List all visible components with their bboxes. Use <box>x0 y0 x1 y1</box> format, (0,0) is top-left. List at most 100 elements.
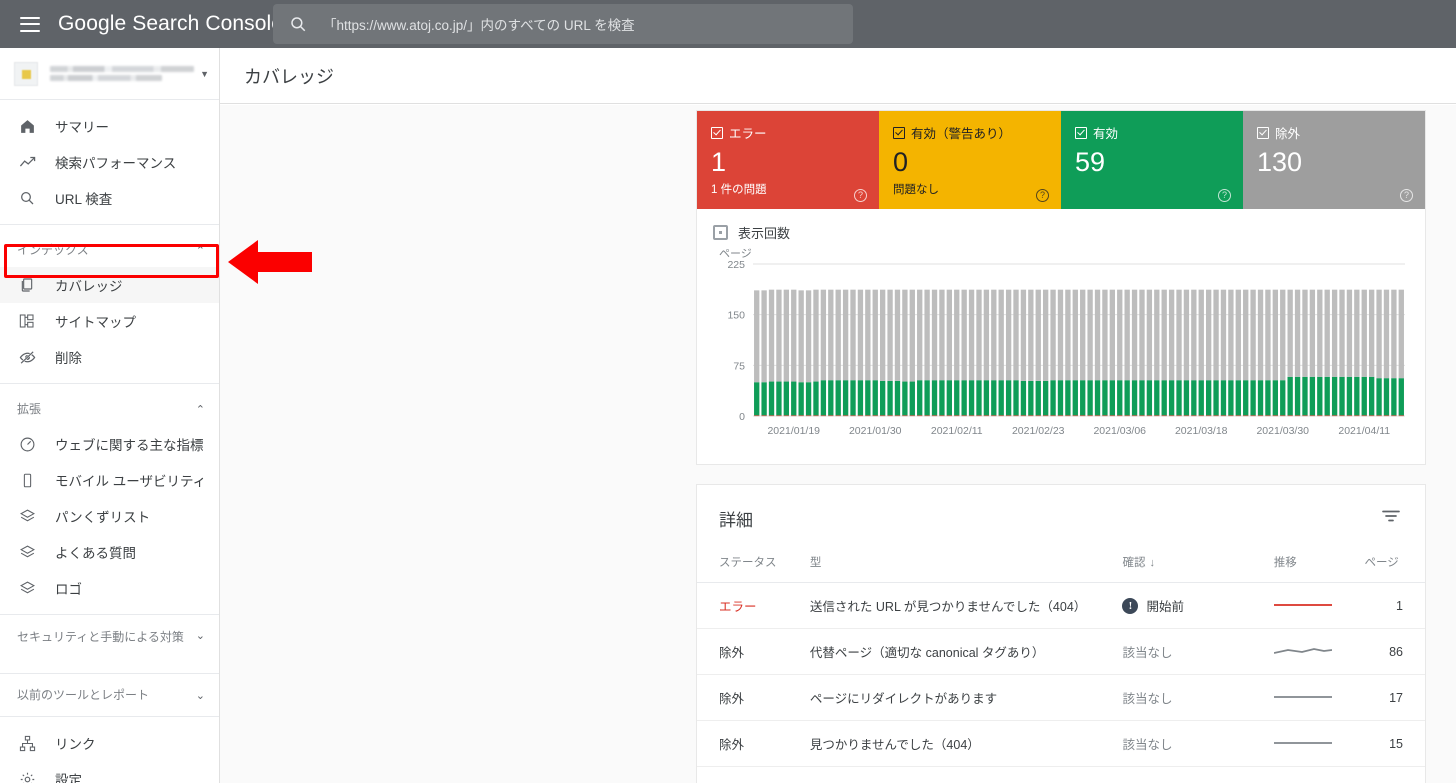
sidebar-item-links[interactable]: リンク <box>0 725 219 761</box>
hamburger-icon[interactable] <box>20 16 40 32</box>
url-inspection-search-bar[interactable]: 「https://www.atoj.co.jp/」内のすべての URL を検査 <box>273 4 853 44</box>
sparkline-icon <box>1273 604 1332 606</box>
property-thumbnail <box>14 61 38 86</box>
sidebar-item-mobile-usability[interactable]: モバイル ユーザビリティ <box>0 462 219 498</box>
col-validation[interactable]: 確認 ↓ <box>1122 548 1274 583</box>
sparkline-icon <box>1273 696 1332 698</box>
table-row[interactable]: エラー 送信された URL が見つかりませんでした（404）! 開始前 1 <box>697 582 1425 629</box>
help-icon[interactable]: ? <box>854 189 867 202</box>
status-card-header: 除外 <box>1257 123 1411 142</box>
chart-canvas: 0751502252021/01/19 2021/01/30 2021/02/11 2… <box>727 259 1405 437</box>
cell-type: 送信された URL が見つかりませんでした（404） <box>809 582 1123 629</box>
sidebar-item-label: モバイル ユーザビリティ <box>55 474 207 489</box>
cell-validation: 該当なし <box>1122 628 1274 675</box>
filter-icon[interactable] <box>1377 505 1405 532</box>
status-card-valid[interactable]: 有効 59 ? <box>1061 111 1243 209</box>
cell-status: 除外 <box>697 674 810 721</box>
checkbox-checked-icon[interactable] <box>711 126 723 139</box>
cell-status: 除外 <box>697 628 810 675</box>
sidebar-item-search-performance[interactable]: 検索パフォーマンス <box>0 144 219 180</box>
sidebar-item-core-web-vitals[interactable]: ウェブに関する主な指標 <box>0 426 219 462</box>
col-type[interactable]: 型 <box>809 548 1123 583</box>
gear-icon <box>17 769 37 783</box>
trending-up-icon <box>17 152 37 172</box>
cell-trend-sparkline <box>1273 628 1365 675</box>
sidebar-item-settings[interactable]: 設定 <box>0 761 219 783</box>
chart-y-axis-title: ページ <box>719 248 752 260</box>
impressions-checkbox[interactable] <box>713 225 728 240</box>
svg-text:2021/03/30: 2021/03/30 <box>1256 425 1309 437</box>
sidebar-item-label: リンク <box>55 737 96 752</box>
table-row[interactable]: 除外 見つかりませんでした（404） 該当なし 15 <box>697 720 1425 767</box>
section-title: 以前のツールとレポート <box>17 687 150 702</box>
validation-text: 該当なし <box>1122 738 1173 752</box>
sidebar-item-coverage[interactable]: カバレッジ <box>0 267 219 303</box>
chevron-down-icon[interactable]: ⌄ <box>196 689 205 702</box>
sidebar-item-label: サマリー <box>55 120 109 135</box>
left-arrow-annotation <box>228 240 312 284</box>
table-header-row: ステータス 型 確認 ↓ 推移 ページ <box>697 548 1425 583</box>
search-icon <box>289 15 307 33</box>
app-brand: Google Search Console <box>58 12 283 36</box>
sidebar-section-index[interactable]: インデックス ⌃ <box>0 233 219 267</box>
sidebar-item-sitemaps[interactable]: サイトマップ <box>0 303 219 339</box>
status-card-label: 除外 <box>1275 127 1301 141</box>
impressions-legend-row: 表示回数 <box>697 209 1425 242</box>
sidebar-item-removals[interactable]: 削除 <box>0 339 219 375</box>
cell-validation: 該当なし <box>1122 766 1274 783</box>
sidebar-item-faq[interactable]: よくある質問 <box>0 534 219 570</box>
layers-icon <box>17 542 37 562</box>
sidebar-item-label: 削除 <box>55 351 82 366</box>
checkbox-checked-icon[interactable] <box>1257 126 1269 139</box>
checkbox-checked-icon[interactable] <box>1075 126 1087 139</box>
col-trend[interactable]: 推移 <box>1273 548 1365 583</box>
sidebar-item-summary[interactable]: サマリー <box>0 108 219 144</box>
col-status[interactable]: ステータス <box>697 548 810 583</box>
cell-pages: 17 <box>1364 674 1425 721</box>
sidebar-item-label: カバレッジ <box>55 279 123 294</box>
status-card-value: 0 <box>893 147 909 177</box>
layers-icon <box>17 506 37 526</box>
sidebar-item-label: よくある質問 <box>55 546 136 561</box>
section-title: 拡張 <box>17 401 42 416</box>
sidebar-item-url-inspection[interactable]: URL 検査 <box>0 180 219 216</box>
pages-copy-icon <box>17 275 37 295</box>
checkbox-checked-icon[interactable] <box>893 126 905 139</box>
table-row[interactable]: 除外重複しています。ユーザーにより、正規ページとして選択されていません該当なし 5 <box>697 766 1425 783</box>
sidebar-item-label: サイトマップ <box>55 315 136 330</box>
cell-trend-sparkline <box>1273 720 1365 767</box>
help-icon[interactable]: ? <box>1400 189 1413 202</box>
sidebar-item-breadcrumbs[interactable]: パンくずリスト <box>0 498 219 534</box>
detail-table-body: エラー 送信された URL が見つかりませんでした（404）! 開始前 1 除外 代替ペー… <box>697 582 1425 783</box>
svg-text:2021/02/23: 2021/02/23 <box>1012 425 1065 437</box>
status-card-error[interactable]: エラー 1 1 件の問題 ? <box>697 111 879 209</box>
property-selector[interactable]: ▼ <box>0 48 219 100</box>
svg-text:2021/03/18: 2021/03/18 <box>1175 425 1228 437</box>
table-row[interactable]: 除外 ページにリダイレクトがあります 該当なし 17 <box>697 674 1425 721</box>
status-card-excluded[interactable]: 除外 130 ? <box>1243 111 1425 209</box>
chevron-down-icon[interactable]: ▼ <box>200 69 209 79</box>
col-pages[interactable]: ページ <box>1364 548 1425 583</box>
chevron-up-icon[interactable]: ⌃ <box>196 244 205 257</box>
sidebar-section-legacy-tools[interactable]: 以前のツールとレポート ⌄ <box>0 678 219 712</box>
chevron-up-icon[interactable]: ⌃ <box>196 403 205 416</box>
sidebar-section-enhancements[interactable]: 拡張 ⌃ <box>0 392 219 426</box>
status-card-label: 有効 <box>1093 127 1119 141</box>
top-app-bar: Google Search Console 「https://www.atoj.… <box>0 0 1456 48</box>
table-row[interactable]: 除外 代替ページ（適切な canonical タグあり） 該当なし 86 <box>697 628 1425 675</box>
eye-off-icon <box>17 347 37 367</box>
exclamation-circle-icon: ! <box>1122 597 1139 614</box>
status-card-subtitle: 1 件の問題 <box>711 184 767 196</box>
cell-trend-sparkline <box>1273 674 1365 721</box>
cell-pages: 1 <box>1364 582 1425 629</box>
sparkline-icon <box>1273 648 1332 654</box>
status-card-warning[interactable]: 有効（警告あり） 0 問題なし ? <box>879 111 1061 209</box>
sidebar-item-logo[interactable]: ロゴ <box>0 570 219 606</box>
help-icon[interactable]: ? <box>1036 189 1049 202</box>
chevron-down-icon[interactable]: ⌄ <box>196 629 205 642</box>
sidebar-item-label: 検索パフォーマンス <box>55 156 177 171</box>
cell-pages: 15 <box>1364 720 1425 767</box>
help-icon[interactable]: ? <box>1218 189 1231 202</box>
sidebar-section-security[interactable]: セキュリティと手動による対策 ⌄ <box>0 619 219 669</box>
status-cards: エラー 1 1 件の問題 ? 有効（警告あり） 0 問題なし ? 有効 59 ?… <box>697 111 1425 209</box>
